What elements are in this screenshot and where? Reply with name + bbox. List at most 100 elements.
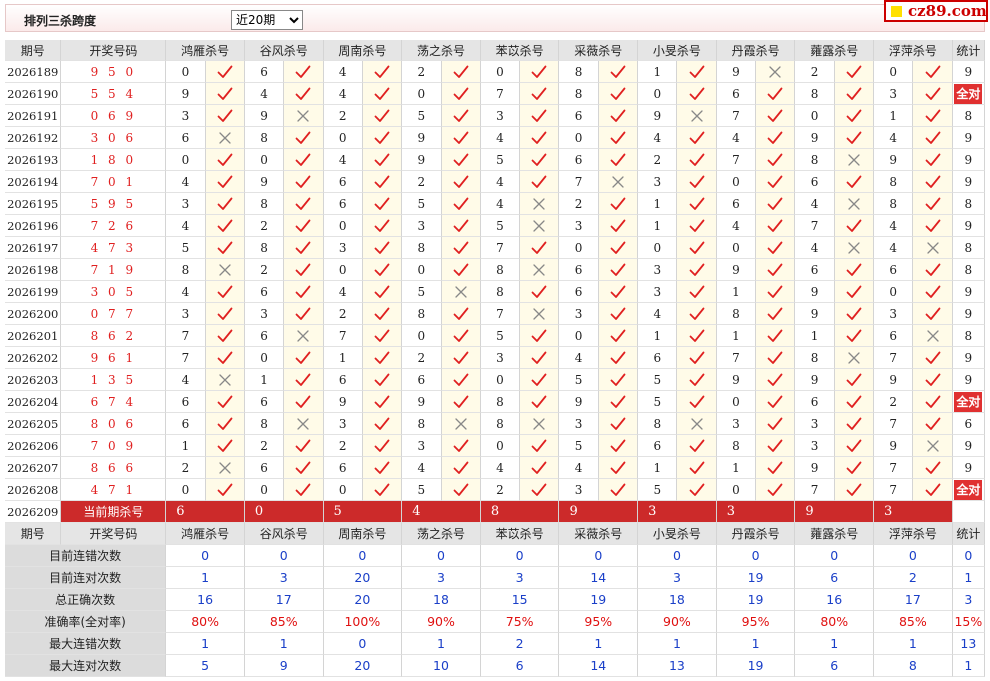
check-icon — [441, 479, 481, 501]
current-kill-digit: 5 — [323, 501, 403, 523]
kill-digit: 3 — [559, 479, 599, 501]
kill-digit: 5 — [402, 193, 442, 215]
kill-digit: 8 — [402, 413, 442, 435]
kill-digit: 3 — [402, 215, 442, 237]
col-expert-header: 浮萍杀号 — [874, 523, 953, 545]
kill-digit: 8 — [244, 237, 285, 259]
table-row: 2026203 1 3 54 1 6 6 0 5 5 9 9 9 9 — [5, 369, 985, 391]
kill-digit: 6 — [323, 171, 363, 193]
kill-digit: 3 — [480, 105, 521, 127]
site-logo[interactable]: cz89.com — [884, 0, 988, 22]
check-icon — [205, 435, 245, 457]
stats-row: 最大连错次数 1 1 0 1 2 1 1 1 1 1 13 — [5, 633, 985, 655]
check-icon — [598, 61, 639, 83]
kill-digit: 6 — [795, 259, 835, 281]
stats-value: 19 — [716, 567, 796, 589]
col-expert-header: 鸿雁杀号 — [166, 40, 245, 61]
kill-digit: 7 — [480, 83, 521, 105]
kill-digit: 4 — [166, 171, 206, 193]
kill-digit: 0 — [166, 61, 206, 83]
stats-value: 15% — [952, 611, 985, 633]
check-icon — [677, 391, 717, 413]
check-icon — [362, 193, 403, 215]
table-row: 2026194 7 0 149624730689 — [5, 171, 985, 193]
period-select[interactable]: 近20期 — [231, 10, 303, 30]
stats-value: 0 — [244, 545, 324, 567]
check-icon — [913, 281, 953, 303]
table-row: 2026206 7 0 91 2 2 3 0 5 6 8 3 9 9 — [5, 435, 985, 457]
check-icon — [756, 457, 796, 479]
stats-value: 3 — [402, 567, 481, 589]
all-correct-badge: 全对 — [954, 391, 983, 412]
table-row: 2026200 0 7 733287348939 — [5, 303, 985, 325]
stats-value: 20 — [323, 589, 403, 611]
kill-digit: 6 — [244, 457, 285, 479]
check-icon — [834, 391, 875, 413]
kill-digit: 4 — [402, 457, 442, 479]
kill-digit: 3 — [559, 303, 599, 325]
check-icon — [520, 369, 560, 391]
kill-digit: 8 — [795, 347, 835, 369]
table-row: 2026191 0 6 939253697018 — [5, 105, 985, 127]
kill-digit: 4 — [166, 369, 206, 391]
col-win-header: 开奖号码 — [61, 40, 167, 61]
stats-value: 20 — [323, 567, 403, 589]
kill-digit: 1 — [716, 281, 757, 303]
col-expert-header: 丹霞杀号 — [716, 40, 796, 61]
stats-value: 3 — [244, 567, 324, 589]
kill-digit: 1 — [638, 457, 678, 479]
stats-row: 准确率(全对率) 80% 85% 100% 90% 75% 95% 90% 95% 80% 85% 1… — [5, 611, 985, 633]
kill-digit: 3 — [559, 215, 599, 237]
stats-label: 目前连错次数 — [5, 545, 167, 567]
check-icon — [284, 61, 324, 83]
kill-digit: 8 — [402, 237, 442, 259]
kill-digit: 3 — [638, 171, 678, 193]
stats-value: 0 — [638, 545, 717, 567]
kill-digit: 9 — [559, 391, 599, 413]
stat-cell: 全对 — [952, 83, 985, 105]
kill-digit: 6 — [323, 457, 363, 479]
check-icon — [677, 171, 717, 193]
kill-digit: 9 — [323, 391, 363, 413]
col-period-header: 期号 — [5, 40, 62, 61]
period-cell: 2026207 — [5, 457, 62, 479]
check-icon — [598, 413, 639, 435]
col-expert-header: 蕹露杀号 — [795, 523, 875, 545]
kill-digit: 8 — [795, 149, 835, 171]
kill-digit: 1 — [244, 369, 285, 391]
kill-digit: 2 — [402, 347, 442, 369]
stats-value: 0 — [559, 545, 639, 567]
table-row: 2026204 6 7 4 6 6 9 9 8 9 5 0 6 2 全对 — [5, 391, 985, 413]
check-icon — [756, 171, 796, 193]
kill-digit: 4 — [638, 303, 678, 325]
kill-digit: 4 — [795, 193, 835, 215]
kill-digit: 4 — [795, 237, 835, 259]
kill-digit: 9 — [166, 83, 206, 105]
check-icon — [362, 149, 403, 171]
stats-value: 0 — [166, 545, 245, 567]
kill-digit: 7 — [874, 347, 914, 369]
current-kill-digit: 0 — [244, 501, 324, 523]
table-row: 2026190 5 5 4 9 4 4 0 7 8 0 6 8 3 全对 — [5, 83, 985, 105]
logo-square-icon — [891, 6, 902, 17]
check-icon — [441, 149, 481, 171]
winning-number: 6 7 4 — [61, 391, 167, 413]
check-icon — [362, 435, 403, 457]
period-cell: 2026203 — [5, 369, 62, 391]
check-icon — [913, 457, 953, 479]
kill-digit: 3 — [874, 303, 914, 325]
col-expert-header: 周南杀号 — [323, 40, 403, 61]
kill-digit: 6 — [244, 391, 285, 413]
current-kill-label: 当前期杀号 — [61, 501, 167, 523]
kill-digit: 7 — [874, 413, 914, 435]
winning-number: 4 7 3 — [61, 237, 167, 259]
kill-digit: 1 — [638, 61, 678, 83]
kill-digit: 0 — [402, 83, 442, 105]
kill-digit: 1 — [716, 457, 757, 479]
kill-digit: 7 — [716, 105, 757, 127]
stat-cell: 9 — [952, 149, 985, 171]
col-expert-header: 苯苡杀号 — [480, 523, 560, 545]
check-icon — [520, 479, 560, 501]
check-icon — [284, 391, 324, 413]
check-icon — [913, 303, 953, 325]
